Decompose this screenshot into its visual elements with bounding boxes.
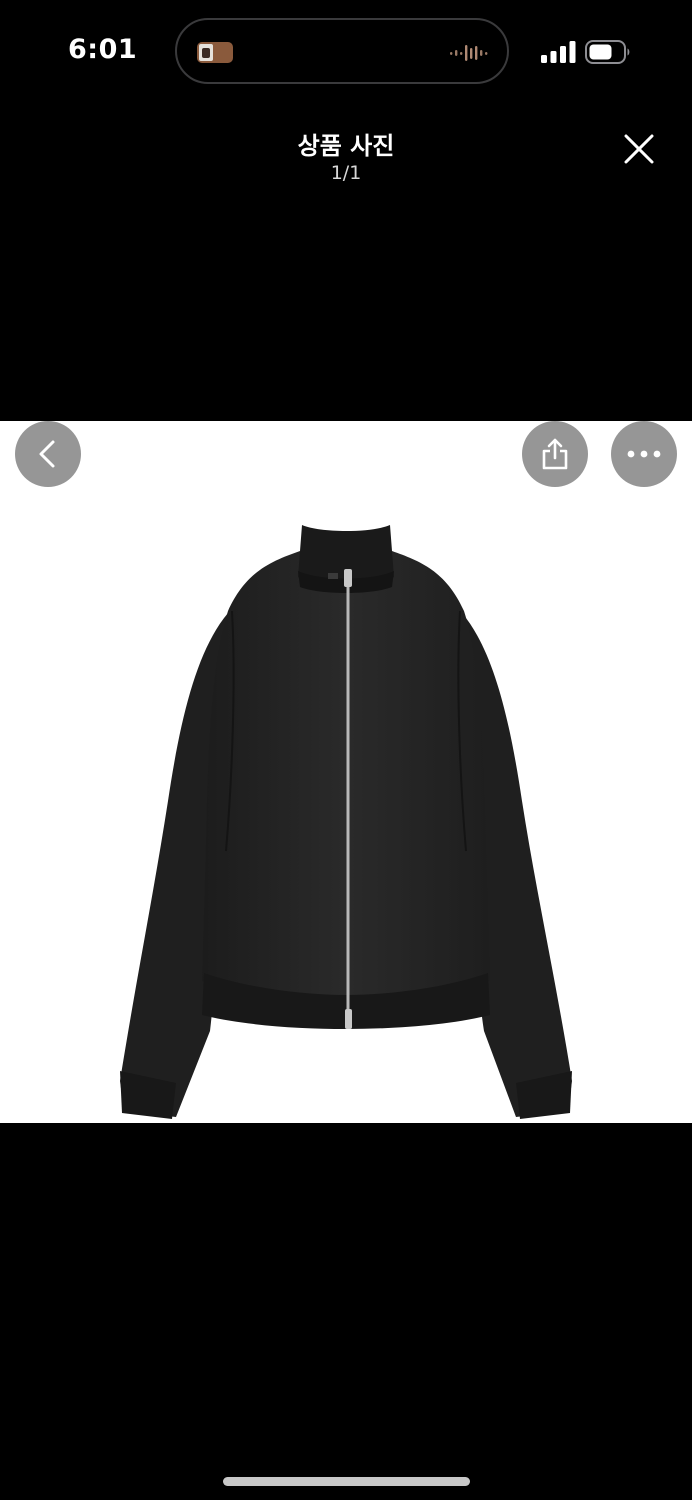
share-icon xyxy=(542,438,568,470)
jacket-image xyxy=(120,525,572,1119)
cellular-signal-icon xyxy=(541,41,576,63)
status-time: 6:01 xyxy=(68,34,138,65)
close-icon xyxy=(624,134,654,164)
waveform-icon xyxy=(450,45,488,61)
share-button[interactable] xyxy=(522,421,588,487)
close-button[interactable] xyxy=(614,124,664,174)
photo-counter: 1/1 xyxy=(330,162,362,184)
more-button[interactable] xyxy=(611,421,677,487)
status-bar: 6:01 xyxy=(0,0,692,100)
product-photo[interactable] xyxy=(0,421,692,1123)
back-button[interactable] xyxy=(15,421,81,487)
battery-icon xyxy=(585,40,630,64)
home-indicator[interactable] xyxy=(223,1477,470,1486)
dynamic-island[interactable] xyxy=(175,18,509,84)
chevron-left-icon xyxy=(39,440,55,468)
album-artwork-icon xyxy=(197,42,233,63)
viewer-header: 상품 사진 1/1 xyxy=(0,110,692,200)
ellipsis-icon xyxy=(627,450,661,458)
page-title: 상품 사진 xyxy=(297,132,395,160)
